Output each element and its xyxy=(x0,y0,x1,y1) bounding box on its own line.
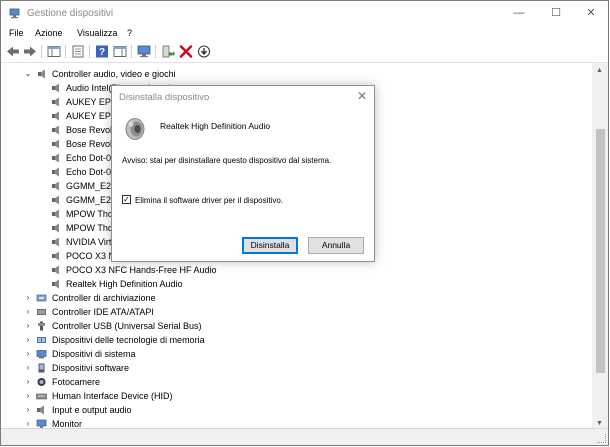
uninstall-button[interactable]: Disinstalla xyxy=(242,237,298,254)
chevron-right-icon[interactable]: › xyxy=(23,389,33,403)
memory-technology-icon xyxy=(36,335,47,345)
maximize-button[interactable]: ☐ xyxy=(538,1,574,26)
tree-category-label: Controller audio, video e giochi xyxy=(52,69,176,79)
speaker-icon xyxy=(51,223,62,233)
tree-category-label: Human Interface Device (HID) xyxy=(52,391,173,401)
storage-controller-icon xyxy=(36,293,47,303)
tree-category-label: Controller USB (Universal Serial Bus) xyxy=(52,321,202,331)
tree-device-label: POCO X3 N xyxy=(66,251,116,261)
audio-input-output-icon xyxy=(36,405,47,415)
properties-sheet-icon[interactable] xyxy=(71,45,85,58)
tree-category-label: Dispositivi delle tecnologie di memoria xyxy=(52,335,205,345)
speaker-icon xyxy=(51,97,62,107)
resize-grip-icon[interactable] xyxy=(597,434,606,443)
scan-hardware-monitor-icon[interactable] xyxy=(137,45,151,58)
speaker-icon xyxy=(51,279,62,289)
title-bar: Gestione dispositivi — ☐ ✕ xyxy=(1,1,608,26)
cancel-button[interactable]: Annulla xyxy=(308,237,364,254)
forward-arrow-icon[interactable] xyxy=(23,45,37,58)
menu-azione[interactable]: Azione xyxy=(35,28,63,38)
device-manager-app-icon xyxy=(9,7,21,19)
back-arrow-icon[interactable] xyxy=(6,45,20,58)
tree-category-label: Controller IDE ATA/ATAPI xyxy=(52,307,154,317)
speaker-icon xyxy=(51,251,62,261)
toolbar-separator xyxy=(65,45,66,58)
tree-device-label: NVIDIA Virt xyxy=(66,237,112,247)
show-hide-console-tree-icon[interactable] xyxy=(47,45,61,58)
svg-text:?: ? xyxy=(99,47,105,58)
scroll-up-arrow-icon[interactable]: ▲ xyxy=(596,67,603,74)
menu-help[interactable]: ? xyxy=(127,28,132,38)
toolbar-separator xyxy=(41,45,42,58)
delete-driver-checkbox-label[interactable]: Elimina il software driver per il dispos… xyxy=(135,196,283,205)
chevron-right-icon[interactable]: › xyxy=(23,347,33,361)
help-icon[interactable]: ? xyxy=(95,45,109,58)
usb-controller-icon xyxy=(36,321,47,331)
tree-device-label: GGMM_E2 xyxy=(66,195,112,205)
speaker-icon xyxy=(37,69,48,79)
tree-device-label: MPOW Tho xyxy=(66,209,113,219)
tree-device-label: Realtek High Definition Audio xyxy=(66,279,183,289)
speaker-icon xyxy=(51,153,62,163)
chevron-right-icon[interactable]: › xyxy=(23,361,33,375)
uninstall-device-red-x-icon[interactable] xyxy=(179,45,193,58)
system-devices-icon xyxy=(36,349,47,359)
menu-visualizza[interactable]: Visualizza xyxy=(77,28,117,38)
uninstall-device-dialog: Disinstalla dispositivo ✕ Realtek High D… xyxy=(111,85,375,262)
tree-device-label: MPOW Tho xyxy=(66,223,113,233)
toolbar: ? xyxy=(1,42,608,63)
speaker-icon xyxy=(51,83,62,93)
dialog-close-button[interactable]: ✕ xyxy=(357,89,367,103)
speaker-icon xyxy=(51,139,62,149)
ide-controller-icon xyxy=(36,307,47,317)
tree-device-label: GGMM_E2 xyxy=(66,181,112,191)
update-driver-icon[interactable] xyxy=(161,45,175,58)
speaker-icon xyxy=(51,209,62,219)
dialog-device-name: Realtek High Definition Audio xyxy=(160,121,271,131)
toolbar-separator xyxy=(89,45,90,58)
tree-category-label: Dispositivi di sistema xyxy=(52,349,136,359)
vertical-scrollbar[interactable]: ▲ ▼ xyxy=(592,63,608,431)
speaker-icon xyxy=(51,265,62,275)
menu-file[interactable]: File xyxy=(9,28,24,38)
tree-category-label: Input e output audio xyxy=(52,405,132,415)
chevron-right-icon[interactable]: › xyxy=(23,305,33,319)
toolbar-separator xyxy=(155,45,156,58)
speaker-icon xyxy=(124,117,146,141)
scrollbar-thumb[interactable] xyxy=(596,129,605,373)
dialog-warning-text: Avviso: stai per disinstallare questo di… xyxy=(122,156,332,165)
chevron-right-icon[interactable]: › xyxy=(23,375,33,389)
enable-device-download-icon[interactable] xyxy=(197,45,211,58)
action-pane-icon[interactable] xyxy=(113,45,127,58)
chevron-right-icon[interactable]: › xyxy=(23,403,33,417)
speaker-icon xyxy=(51,125,62,135)
status-bar xyxy=(1,428,608,445)
speaker-icon xyxy=(51,111,62,121)
toolbar-separator xyxy=(131,45,132,58)
chevron-right-icon[interactable]: › xyxy=(23,319,33,333)
window-title: Gestione dispositivi xyxy=(27,8,114,19)
tree-device-label: POCO X3 NFC Hands-Free HF Audio xyxy=(66,265,217,275)
chevron-right-icon[interactable]: › xyxy=(23,333,33,347)
dialog-title: Disinstalla dispositivo xyxy=(119,92,210,103)
delete-driver-checkbox[interactable]: ✓ xyxy=(122,195,131,204)
tree-device-label: Echo Dot-0 xyxy=(66,153,112,163)
speaker-icon xyxy=(51,237,62,247)
scroll-down-arrow-icon[interactable]: ▼ xyxy=(596,420,603,427)
tree-device-label: Echo Dot-0 xyxy=(66,167,112,177)
tree-category-label: Dispositivi software xyxy=(52,363,130,373)
speaker-icon xyxy=(51,167,62,177)
chevron-down-icon[interactable]: ⌄ xyxy=(23,67,33,81)
menu-bar: File Azione Visualizza ? xyxy=(1,26,608,42)
close-window-button[interactable]: ✕ xyxy=(573,1,608,26)
hid-icon xyxy=(36,391,47,401)
minimize-button[interactable]: — xyxy=(501,1,537,26)
tree-category-label: Fotocamere xyxy=(52,377,101,387)
chevron-right-icon[interactable]: › xyxy=(23,291,33,305)
tree-category-label: Controller di archiviazione xyxy=(52,293,156,303)
speaker-icon xyxy=(51,181,62,191)
software-device-icon xyxy=(36,363,47,373)
camera-icon xyxy=(36,377,47,387)
speaker-icon xyxy=(51,195,62,205)
